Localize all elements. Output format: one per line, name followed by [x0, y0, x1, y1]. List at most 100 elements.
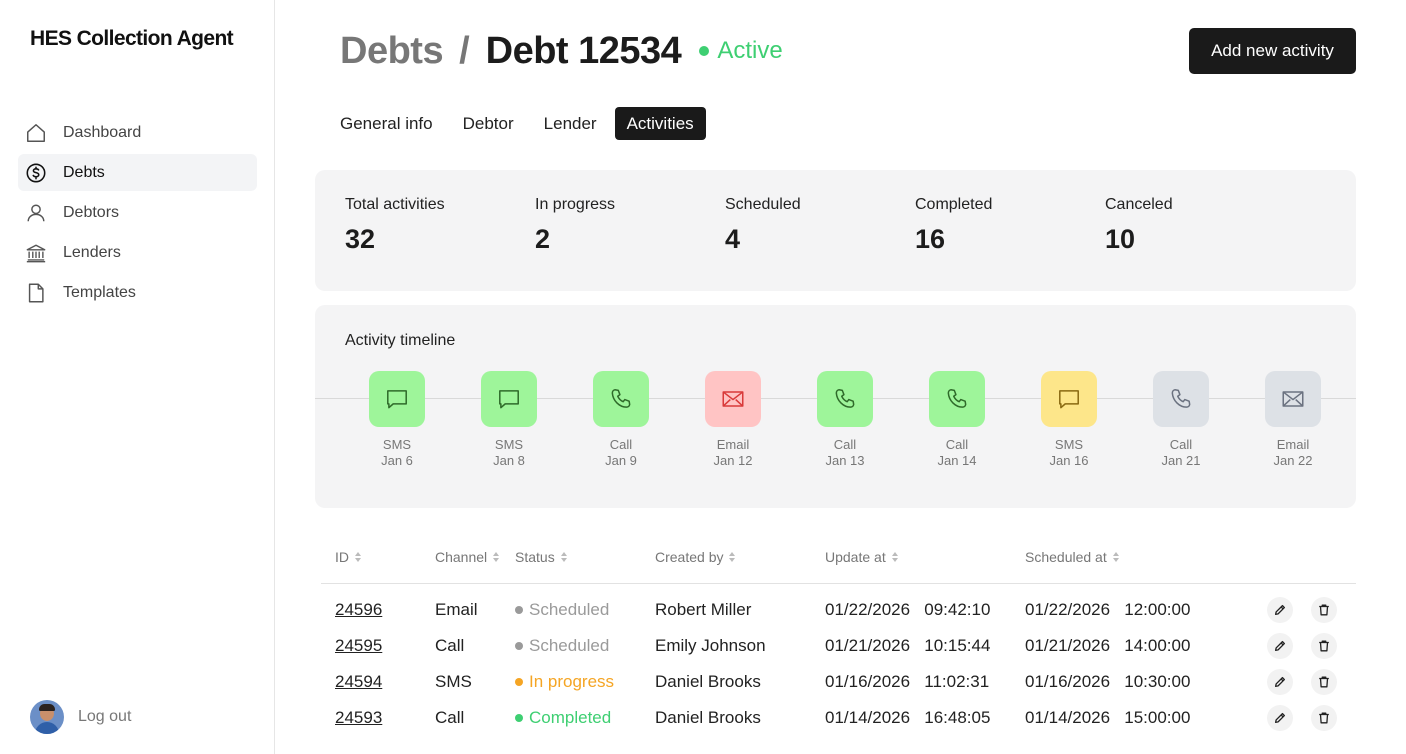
phone-icon[interactable] — [817, 371, 873, 427]
tab-debtor[interactable]: Debtor — [451, 107, 526, 140]
sidebar-item-label: Templates — [63, 283, 136, 301]
stat-value: 10 — [1105, 224, 1136, 254]
timeline-item: Call Jan 14 — [917, 371, 997, 469]
trash-icon — [1319, 604, 1329, 616]
column-header-id[interactable]: ID — [335, 549, 361, 565]
updated-date: 01/22/2026 — [825, 600, 911, 619]
table-body: 24596 Email Scheduled Robert Miller 01/2… — [321, 592, 1356, 736]
timeline-item: SMS Jan 16 — [1029, 371, 1109, 469]
pencil-icon — [1274, 712, 1286, 724]
cell-updated-at: 01/16/2026 11:02:31 — [825, 672, 989, 692]
dollar-circle-icon — [25, 162, 47, 184]
logout-button[interactable]: Log out — [30, 700, 131, 734]
phone-icon[interactable] — [929, 371, 985, 427]
sidebar-item-dashboard[interactable]: Dashboard — [18, 114, 257, 151]
sidebar-item-debtors[interactable]: Debtors — [18, 194, 257, 231]
timeline-item-date: Jan 22 — [1273, 453, 1313, 468]
edit-button[interactable] — [1267, 705, 1293, 731]
timeline-item-channel: Email — [1276, 437, 1310, 452]
column-header-created-by[interactable]: Created by — [655, 549, 736, 565]
sidebar-item-label: Debts — [63, 163, 105, 181]
status-dot-icon — [699, 46, 710, 56]
tab-activities[interactable]: Activities — [614, 107, 706, 140]
timeline-item-date: Jan 6 — [381, 453, 413, 468]
column-header-status[interactable]: Status — [515, 549, 567, 565]
scheduled-time: 14:00:00 — [1124, 636, 1191, 655]
edit-button[interactable] — [1267, 669, 1293, 695]
sidebar-item-templates[interactable]: Templates — [18, 274, 257, 311]
activity-id-link[interactable]: 24595 — [335, 636, 382, 655]
sidebar-item-label: Debtors — [63, 203, 120, 221]
delete-button[interactable] — [1311, 669, 1337, 695]
home-icon — [25, 122, 47, 144]
timeline-item-channel: SMS — [382, 437, 412, 452]
column-header-scheduled-at[interactable]: Scheduled at — [1025, 549, 1119, 565]
timeline-item-channel: SMS — [494, 437, 524, 452]
phone-icon[interactable] — [1153, 371, 1209, 427]
scheduled-time: 10:30:00 — [1124, 672, 1191, 691]
timeline-item: SMS Jan 6 — [357, 371, 437, 469]
scheduled-date: 01/21/2026 — [1025, 636, 1111, 655]
avatar — [30, 700, 64, 734]
cell-updated-at: 01/21/2026 10:15:44 — [825, 636, 990, 656]
timeline-item: Email Jan 22 — [1253, 371, 1333, 469]
status-label: Completed — [529, 708, 612, 727]
timeline-item: Call Jan 21 — [1141, 371, 1221, 469]
breadcrumb-separator: / — [459, 29, 470, 72]
cell-scheduled-at: 01/14/2026 15:00:00 — [1025, 708, 1190, 728]
column-header-channel[interactable]: Channel — [435, 549, 500, 565]
add-new-activity-button[interactable]: Add new activity — [1189, 28, 1356, 74]
stat-label: Completed — [915, 196, 993, 213]
stat-scheduled: Scheduled 4 — [725, 196, 801, 255]
table-header: ID Channel Status Created by Update at S… — [321, 540, 1356, 584]
cell-status: Scheduled — [515, 636, 609, 656]
timeline-item: SMS Jan 8 — [469, 371, 549, 469]
timeline-item-date: Jan 14 — [937, 453, 977, 468]
status-dot-icon — [515, 606, 523, 614]
column-header-update-at[interactable]: Update at — [825, 549, 898, 565]
message-icon[interactable] — [369, 371, 425, 427]
pencil-icon — [1274, 640, 1286, 652]
sidebar-item-lenders[interactable]: Lenders — [18, 234, 257, 271]
status-badge-label: Active — [717, 37, 783, 64]
edit-button[interactable] — [1267, 633, 1293, 659]
updated-time: 09:42:10 — [924, 600, 991, 619]
message-icon[interactable] — [1041, 371, 1097, 427]
status-label: In progress — [529, 672, 615, 691]
cell-channel: SMS — [435, 672, 472, 691]
timeline-item-channel: SMS — [1054, 437, 1084, 452]
trash-icon — [1319, 676, 1329, 688]
message-icon[interactable] — [481, 371, 537, 427]
activity-id-link[interactable]: 24593 — [335, 708, 382, 727]
stat-label: Total activities — [345, 196, 445, 213]
activity-id-link[interactable]: 24596 — [335, 600, 382, 619]
stat-value: 32 — [345, 224, 376, 254]
pencil-icon — [1274, 604, 1286, 616]
timeline-item-channel: Call — [609, 437, 633, 452]
cell-scheduled-at: 01/21/2026 14:00:00 — [1025, 636, 1190, 656]
mail-icon[interactable] — [705, 371, 761, 427]
breadcrumb-parent-link[interactable]: Debts — [340, 30, 444, 73]
sidebar-item-debts[interactable]: Debts — [18, 154, 257, 191]
timeline-item-date: Jan 9 — [605, 453, 637, 468]
mail-icon[interactable] — [1265, 371, 1321, 427]
scheduled-date: 01/16/2026 — [1025, 672, 1111, 691]
updated-time: 16:48:05 — [924, 708, 991, 727]
timeline-item-channel: Call — [945, 437, 969, 452]
phone-icon[interactable] — [593, 371, 649, 427]
tab-lender[interactable]: Lender — [532, 107, 609, 140]
timeline-item-channel: Email — [716, 437, 750, 452]
scheduled-date: 01/22/2026 — [1025, 600, 1111, 619]
edit-button[interactable] — [1267, 597, 1293, 623]
stat-label: Scheduled — [725, 196, 801, 213]
sidebar-nav: Dashboard Debts Debtors Lenders Template… — [18, 114, 257, 314]
stat-label: Canceled — [1105, 196, 1173, 213]
cell-channel: Call — [435, 636, 465, 655]
sidebar-item-label: Dashboard — [63, 123, 142, 141]
activity-id-link[interactable]: 24594 — [335, 672, 382, 691]
tab-general-info[interactable]: General info — [328, 107, 445, 140]
delete-button[interactable] — [1311, 597, 1337, 623]
delete-button[interactable] — [1311, 705, 1337, 731]
delete-button[interactable] — [1311, 633, 1337, 659]
status-label: Scheduled — [529, 600, 610, 619]
